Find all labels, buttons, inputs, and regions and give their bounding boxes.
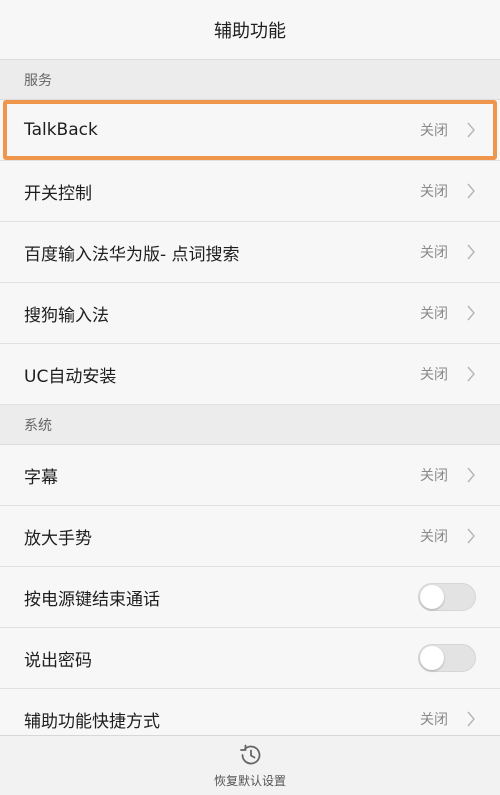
restore-defaults-button[interactable]: 恢复默认设置 bbox=[0, 735, 500, 795]
restore-defaults-label: 恢复默认设置 bbox=[213, 774, 286, 788]
setting-label: 按电源键结束通话 bbox=[24, 589, 160, 610]
chevron-right-icon bbox=[466, 711, 476, 727]
chevron-right-icon bbox=[466, 244, 476, 260]
power-ends-call-toggle[interactable] bbox=[418, 583, 476, 611]
setting-value: 关闭 bbox=[420, 123, 448, 139]
chevron-right-icon bbox=[466, 122, 476, 138]
restore-history-icon bbox=[240, 744, 261, 765]
setting-value: 关闭 bbox=[420, 184, 448, 200]
setting-row-talkback[interactable]: TalkBack 关闭 bbox=[0, 100, 500, 161]
chevron-right-icon bbox=[466, 528, 476, 544]
title-bar: 辅助功能 bbox=[0, 0, 500, 60]
setting-label: 搜狗输入法 bbox=[24, 305, 109, 326]
setting-value: 关闭 bbox=[420, 712, 448, 728]
setting-value: 关闭 bbox=[420, 468, 448, 484]
setting-row-baidu-ime[interactable]: 百度输入法华为版- 点词搜索 关闭 bbox=[0, 222, 500, 283]
setting-row-power-ends-call: 按电源键结束通话 bbox=[0, 567, 500, 628]
setting-value: 关闭 bbox=[420, 367, 448, 383]
chevron-right-icon bbox=[466, 183, 476, 199]
setting-label: 百度输入法华为版- 点词搜索 bbox=[24, 244, 240, 265]
chevron-right-icon bbox=[466, 467, 476, 483]
toggle-knob bbox=[420, 646, 444, 670]
chevron-right-icon bbox=[466, 366, 476, 382]
setting-label: TalkBack bbox=[24, 120, 98, 140]
toggle-knob bbox=[420, 585, 444, 609]
setting-label: 开关控制 bbox=[24, 183, 92, 204]
section-header-services: 服务 bbox=[0, 60, 500, 100]
setting-label: UC自动安装 bbox=[24, 366, 117, 387]
setting-value: 关闭 bbox=[420, 529, 448, 545]
setting-value: 关闭 bbox=[420, 245, 448, 261]
setting-row-captions[interactable]: 字幕 关闭 bbox=[0, 445, 500, 506]
setting-label: 字幕 bbox=[24, 467, 58, 488]
setting-label: 放大手势 bbox=[24, 528, 92, 549]
setting-value: 关闭 bbox=[420, 306, 448, 322]
setting-row-magnification-gestures[interactable]: 放大手势 关闭 bbox=[0, 506, 500, 567]
setting-label: 辅助功能快捷方式 bbox=[24, 711, 160, 732]
speak-passwords-toggle[interactable] bbox=[418, 644, 476, 672]
section-header-system: 系统 bbox=[0, 405, 500, 445]
setting-row-uc-auto-install[interactable]: UC自动安装 关闭 bbox=[0, 344, 500, 405]
setting-label: 说出密码 bbox=[24, 650, 92, 671]
setting-row-sogou-ime[interactable]: 搜狗输入法 关闭 bbox=[0, 283, 500, 344]
setting-row-speak-passwords: 说出密码 bbox=[0, 628, 500, 689]
accessibility-settings-screen: 辅助功能 服务 TalkBack 关闭 开关控制 关闭 百度输入法华为版- 点词… bbox=[0, 0, 500, 795]
chevron-right-icon bbox=[466, 305, 476, 321]
setting-row-switch-access[interactable]: 开关控制 关闭 bbox=[0, 161, 500, 222]
page-title: 辅助功能 bbox=[214, 20, 286, 42]
